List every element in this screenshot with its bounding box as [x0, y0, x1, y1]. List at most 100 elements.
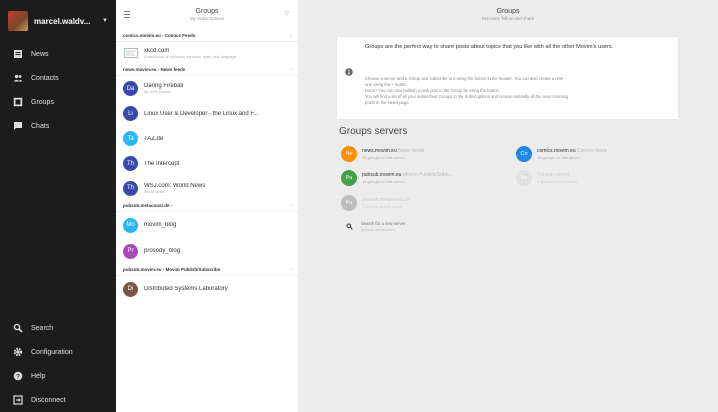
group-description: World News: [144, 189, 165, 194]
nav-label: Chats: [31, 122, 50, 130]
server-description: Comics feeds: [577, 148, 608, 154]
search-hint: pubsub.server.com: [361, 227, 395, 232]
avatar[interactable]: [8, 11, 28, 31]
server-group-count: 18 groups on this server: [362, 179, 405, 184]
group-description: A webcomic of romance, sarcasm, math, an…: [144, 54, 237, 59]
group-avatar: Li: [123, 106, 138, 121]
chevron-down-icon[interactable]: ▼: [102, 18, 108, 24]
info-heading: Groups are the perfect way to share post…: [365, 44, 614, 50]
server-header[interactable]: news.movim.eu - News feeds ›: [116, 64, 298, 76]
help-icon: ?: [13, 371, 23, 380]
group-item[interactable]: Th WSJ.com: World News World News: [116, 176, 298, 200]
group-item[interactable]: Li Linux User & Developer - the Linux an…: [116, 101, 298, 126]
subscriptions-panel: Groups My Subscriptions ▽ comics.movim.e…: [116, 0, 298, 412]
group-name: movim_blog: [144, 222, 177, 228]
nav-item-configuration[interactable]: Configuration: [0, 340, 116, 364]
groups-discover-panel: Groups Discover, follow and share Groups…: [298, 0, 718, 412]
server-header[interactable]: comics.movim.eu - Comics Feeds ›: [116, 30, 298, 42]
nav-label: Configuration: [31, 348, 73, 356]
group-item[interactable]: Pr prosody_blog: [116, 238, 298, 264]
server-avatar: Co: [516, 146, 532, 162]
server-card[interactable]: Ne news.movim.eu News feeds 40 groups on …: [341, 146, 424, 162]
groups-icon: [13, 97, 23, 107]
server-group-count: 3 groups on this server: [362, 204, 403, 209]
server-description: News feeds: [398, 148, 425, 154]
info-icon: [345, 68, 353, 76]
servers-section-title: Groups servers: [339, 126, 408, 137]
contacts-icon: [13, 74, 23, 82]
search-label: Search for a new server: [361, 221, 406, 226]
info-line: one using the + button.: [365, 82, 408, 87]
subscriptions-header: Groups My Subscriptions ▽: [116, 0, 298, 30]
server-avatar: Pu: [341, 195, 357, 211]
gear-icon: [13, 347, 23, 357]
nav-label: Disconnect: [31, 396, 66, 404]
nav-item-search[interactable]: Search: [0, 316, 116, 340]
group-avatar: Ta: [123, 131, 138, 146]
info-line: Choose a server and a Group and subscrib…: [365, 76, 563, 81]
server-card[interactable]: Pu pubsub.movim.eu Movim Publish/Subs...…: [341, 170, 452, 186]
main-title: Groups: [496, 8, 520, 15]
server-avatar: Pu: [341, 170, 357, 186]
nav-item-contacts[interactable]: Contacts: [0, 66, 116, 90]
nav-item-chats[interactable]: Chats: [0, 114, 116, 138]
main-subtitle: Discover, follow and share: [481, 16, 535, 21]
app-window: marcel.waldv... ▼ News Contacts Groups C…: [0, 0, 718, 412]
server-card[interactable]: Pu Pubsub server 4 groups on this server: [516, 170, 578, 186]
group-item[interactable]: xkcd.com A webcomic of romance, sarcasm,…: [116, 42, 298, 64]
info-line: posts in the News page.: [365, 100, 410, 105]
group-description: By John Gruber: [144, 90, 171, 94]
info-line: Done? You can now publish a new post in …: [365, 88, 501, 93]
server-group-count: 18 groups on this server: [537, 155, 580, 160]
group-name: TAZ.de: [144, 135, 164, 142]
nav-item-disconnect[interactable]: Disconnect: [0, 388, 116, 412]
nav-item-groups[interactable]: Groups: [0, 90, 116, 114]
nav-label: Search: [31, 324, 54, 332]
server-name: pubsub.metacoust.de: [362, 197, 410, 203]
chevron-right-icon: ›: [290, 32, 292, 39]
newspaper-icon: [14, 50, 22, 58]
nav-label: News: [31, 50, 49, 58]
group-item[interactable]: Ta TAZ.de: [116, 126, 298, 151]
search-icon: [13, 323, 23, 333]
filter-icon[interactable]: ▽: [284, 10, 289, 17]
server-card[interactable]: Co comics.movim.eu Comics feeds 18 groups…: [516, 146, 607, 162]
server-header[interactable]: pubsub.metacoust.de - ›: [116, 200, 298, 212]
group-item[interactable]: Th The Intercept: [116, 151, 298, 176]
chat-bubble-icon: [14, 122, 22, 130]
nav-label: Groups: [31, 98, 54, 106]
server-name: news.movim.eu: [362, 148, 397, 154]
server-group-count: 40 groups on this server: [362, 155, 405, 160]
user-profile[interactable]: marcel.waldv... ▼: [0, 0, 116, 42]
group-item[interactable]: Mo movim_blog: [116, 212, 298, 238]
info-card: Groups are the perfect way to share post…: [337, 37, 678, 119]
nav-label: Help: [31, 372, 46, 380]
group-avatar: Mo: [123, 217, 138, 233]
server-card[interactable]: Pu pubsub.metacoust.de 3 groups on this s…: [341, 195, 410, 211]
group-name: Linux User & Developer - the Linux and F…: [144, 110, 259, 117]
server-header[interactable]: pubsub.movim.eu - Movim Publish/Subscrib…: [116, 264, 298, 276]
info-line: You will find a list of all your subscri…: [365, 94, 569, 99]
main-header: Groups Discover, follow and share: [298, 0, 718, 28]
server-name: pubsub.movim.eu: [362, 172, 402, 178]
svg-text:?: ?: [16, 373, 20, 380]
panel-title: Groups: [195, 8, 219, 15]
server-search[interactable]: Search for a new server pubsub.server.co…: [346, 221, 405, 232]
chevron-right-icon: ›: [290, 202, 292, 209]
navigation-drawer: marcel.waldv... ▼ News Contacts Groups C…: [0, 0, 116, 412]
server-name: comics.movim.eu: [537, 148, 576, 154]
nav-item-news[interactable]: News: [0, 42, 116, 66]
menu-icon[interactable]: [124, 11, 130, 18]
group-avatar: Di: [123, 281, 138, 297]
server-avatar: Pu: [516, 170, 532, 186]
server-name: Pubsub server: [537, 172, 570, 178]
group-name: Daring Fireball: [144, 83, 184, 89]
group-avatar: Pr: [123, 243, 138, 259]
group-name: The Intercept: [144, 160, 180, 167]
nav-item-help[interactable]: ? Help: [0, 364, 116, 388]
group-avatar: Th: [123, 156, 138, 171]
group-item[interactable]: Di Distributed Systems Laboratory: [116, 276, 298, 302]
group-item[interactable]: Da Daring Fireball By John Gruber: [116, 76, 298, 101]
group-name: prosody_blog: [144, 248, 181, 254]
server-description: Movim Publish/Subs...: [402, 172, 453, 178]
